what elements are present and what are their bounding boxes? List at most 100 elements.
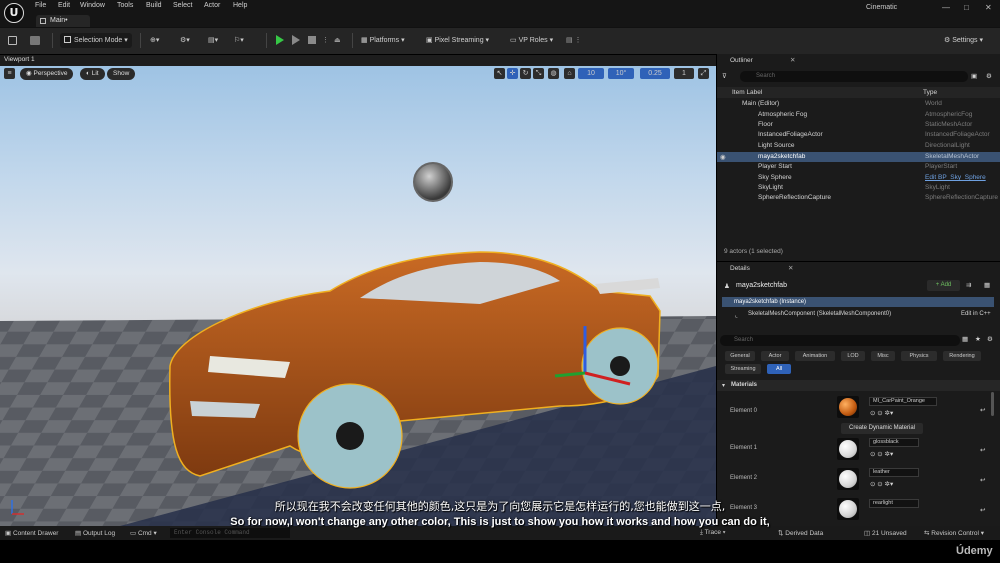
list-item[interactable]: Light Source DirectionalLight [758,142,998,149]
play-settings-icon[interactable]: ⚐▾ [234,33,244,48]
maximize-viewport-icon[interactable]: ⤢ [698,68,709,79]
filter-actor[interactable]: Actor [761,351,789,361]
content-icon[interactable] [30,36,40,45]
translate-tool-icon[interactable]: ✛ [507,68,518,79]
stop-icon[interactable] [308,36,316,44]
close-icon[interactable]: ✕ [985,3,992,12]
edit-cpp-link[interactable]: Edit in C++ [961,311,991,317]
rotation-snap-button[interactable]: 10° [608,68,634,79]
star-icon[interactable]: ★ [975,335,981,343]
eject-icon[interactable]: ⏏ [334,33,341,48]
list-item[interactable]: SphereReflectionCapture SphereReflectionC… [758,194,998,201]
world-local-icon[interactable]: ◍ [548,68,559,79]
filter-general[interactable]: General [725,351,755,361]
more-options-icon[interactable]: ▤ ⋮ [566,33,582,48]
selection-mode-button[interactable]: Selection Mode ▾ [60,33,132,48]
filter-physics[interactable]: Physics [901,351,937,361]
list-item[interactable]: maya2sketchfab SkeletalMeshActor [758,153,998,160]
menu-actor[interactable]: Actor [204,2,220,9]
reset-icon[interactable]: ↩ [980,476,985,484]
viewport-tab[interactable]: Viewport 1 [4,56,35,63]
item-type-link[interactable]: Edit BP_Sky_Sphere [925,174,986,181]
surface-snap-icon[interactable]: ⌂ [564,68,575,79]
unsaved-button[interactable]: ◫ 21 Unsaved [864,529,907,537]
reset-icon[interactable]: ↩ [980,446,985,454]
add-component-button[interactable]: + Add [927,280,960,291]
filter-misc[interactable]: Misc [871,351,895,361]
vp-roles-button[interactable]: ▭ VP Roles ▾ [510,33,553,48]
show-button[interactable]: Show [107,68,136,80]
instance-row[interactable]: maya2sketchfab (Instance) [722,297,994,307]
browse-icon[interactable]: ⊙ ⊙ ✲▾ [870,409,893,417]
rotate-tool-icon[interactable]: ↻ [520,68,531,79]
unreal-logo-icon[interactable]: U [4,3,24,23]
revision-control-button[interactable]: ⇆ Revision Control ▾ [924,529,984,537]
list-item[interactable]: Floor StaticMeshActor [758,121,998,128]
collapse-icon[interactable]: ▾ [722,382,725,389]
material-dropdown[interactable]: MI_CarPaint_Orange [869,397,937,406]
browse-icon[interactable]: ⊙ ⊙ ✲▾ [870,480,893,488]
close-icon[interactable]: ✕ [790,56,795,64]
select-tool-icon[interactable]: ↖ [494,68,505,79]
play-icon[interactable] [276,35,284,45]
materials-section-header[interactable] [717,380,1000,391]
output-log-button[interactable]: ▤ Output Log [75,529,115,537]
menu-tools[interactable]: Tools [117,2,133,9]
trace-button[interactable]: ⤓ Trace ▾ [700,529,725,537]
menu-select[interactable]: Select [173,2,192,9]
filter-icon[interactable]: ⊽ [722,72,727,80]
cinematics-icon[interactable]: ▤▾ [208,33,218,48]
lit-button[interactable]: ◐ Lit [80,68,105,80]
material-thumbnail[interactable] [837,396,859,418]
material-thumbnail[interactable] [837,438,859,460]
settings-button[interactable]: ⚙ Settings ▾ [944,33,983,48]
details-tab[interactable]: Details [730,265,750,272]
menu-file[interactable]: File [35,2,46,9]
list-item[interactable]: InstancedFoliageActor InstancedFoliageAct… [758,131,998,138]
camera-speed-button[interactable]: 1 [674,68,694,79]
scale-tool-icon[interactable]: ⤡ [533,68,544,79]
minimize-icon[interactable]: — [942,3,950,12]
list-item[interactable]: Player Start PlayerStart [758,163,998,170]
filter-animation[interactable]: Animation [795,351,835,361]
menu-window[interactable]: Window [80,2,105,9]
add-folder-icon[interactable]: ▣ [971,72,977,80]
level-tab-main[interactable]: Main• [36,15,90,27]
more-icon[interactable]: ▦ [984,281,990,289]
settings-gear-icon[interactable]: ⚙ [987,335,993,343]
settings-gear-icon[interactable]: ⚙ [986,72,992,80]
outliner-search-input[interactable]: Search [740,71,968,82]
list-item[interactable]: Main (Editor) World [742,100,998,107]
material-dropdown[interactable]: glossblack [869,438,919,447]
grid-view-icon[interactable]: ▦ [962,335,968,343]
col-type[interactable]: Type [923,89,937,96]
step-icon[interactable] [292,35,300,45]
list-item[interactable]: Sky Sphere Edit BP_Sky_Sphere [758,174,998,181]
layout-mode-label[interactable]: Cinematic [866,4,897,11]
platforms-button[interactable]: ▦ Platforms ▾ [361,33,405,48]
outliner-tab[interactable]: Outliner [730,57,753,64]
perspective-button[interactable]: ◉ Perspective [20,68,74,80]
filter-streaming[interactable]: Streaming [725,364,761,374]
filter-rendering[interactable]: Rendering [943,351,981,361]
visibility-eye-icon[interactable]: ◉ [720,153,726,161]
close-icon[interactable]: ✕ [788,264,793,272]
console-input[interactable]: Enter Console Command [170,528,290,538]
derived-data-button[interactable]: ⇅ Derived Data [778,529,823,537]
menu-build[interactable]: Build [146,2,162,9]
col-item-label[interactable]: Item Label [732,89,762,96]
list-item[interactable]: SkyLight SkyLight [758,184,998,191]
viewport-menu-icon[interactable]: ≡ [4,68,15,79]
scale-snap-button[interactable]: 0.25 [640,68,670,79]
browse-icon[interactable]: ⊙ ⊙ ✲▾ [870,450,893,458]
list-item[interactable]: Atmospheric Fog AtmosphericFog [758,111,998,118]
play-options-icon[interactable]: ⋮ [322,33,329,48]
material-thumbnail[interactable] [837,468,859,490]
reset-icon[interactable]: ↩ [980,406,985,414]
material-dropdown[interactable]: leather [869,468,919,477]
cmd-button[interactable]: ▭ Cmd ▾ [130,529,157,537]
level-viewport[interactable] [0,66,716,526]
blueprint-icon[interactable]: ⇉ [966,281,971,289]
save-icon[interactable] [8,36,17,45]
menu-edit[interactable]: Edit [58,2,70,9]
